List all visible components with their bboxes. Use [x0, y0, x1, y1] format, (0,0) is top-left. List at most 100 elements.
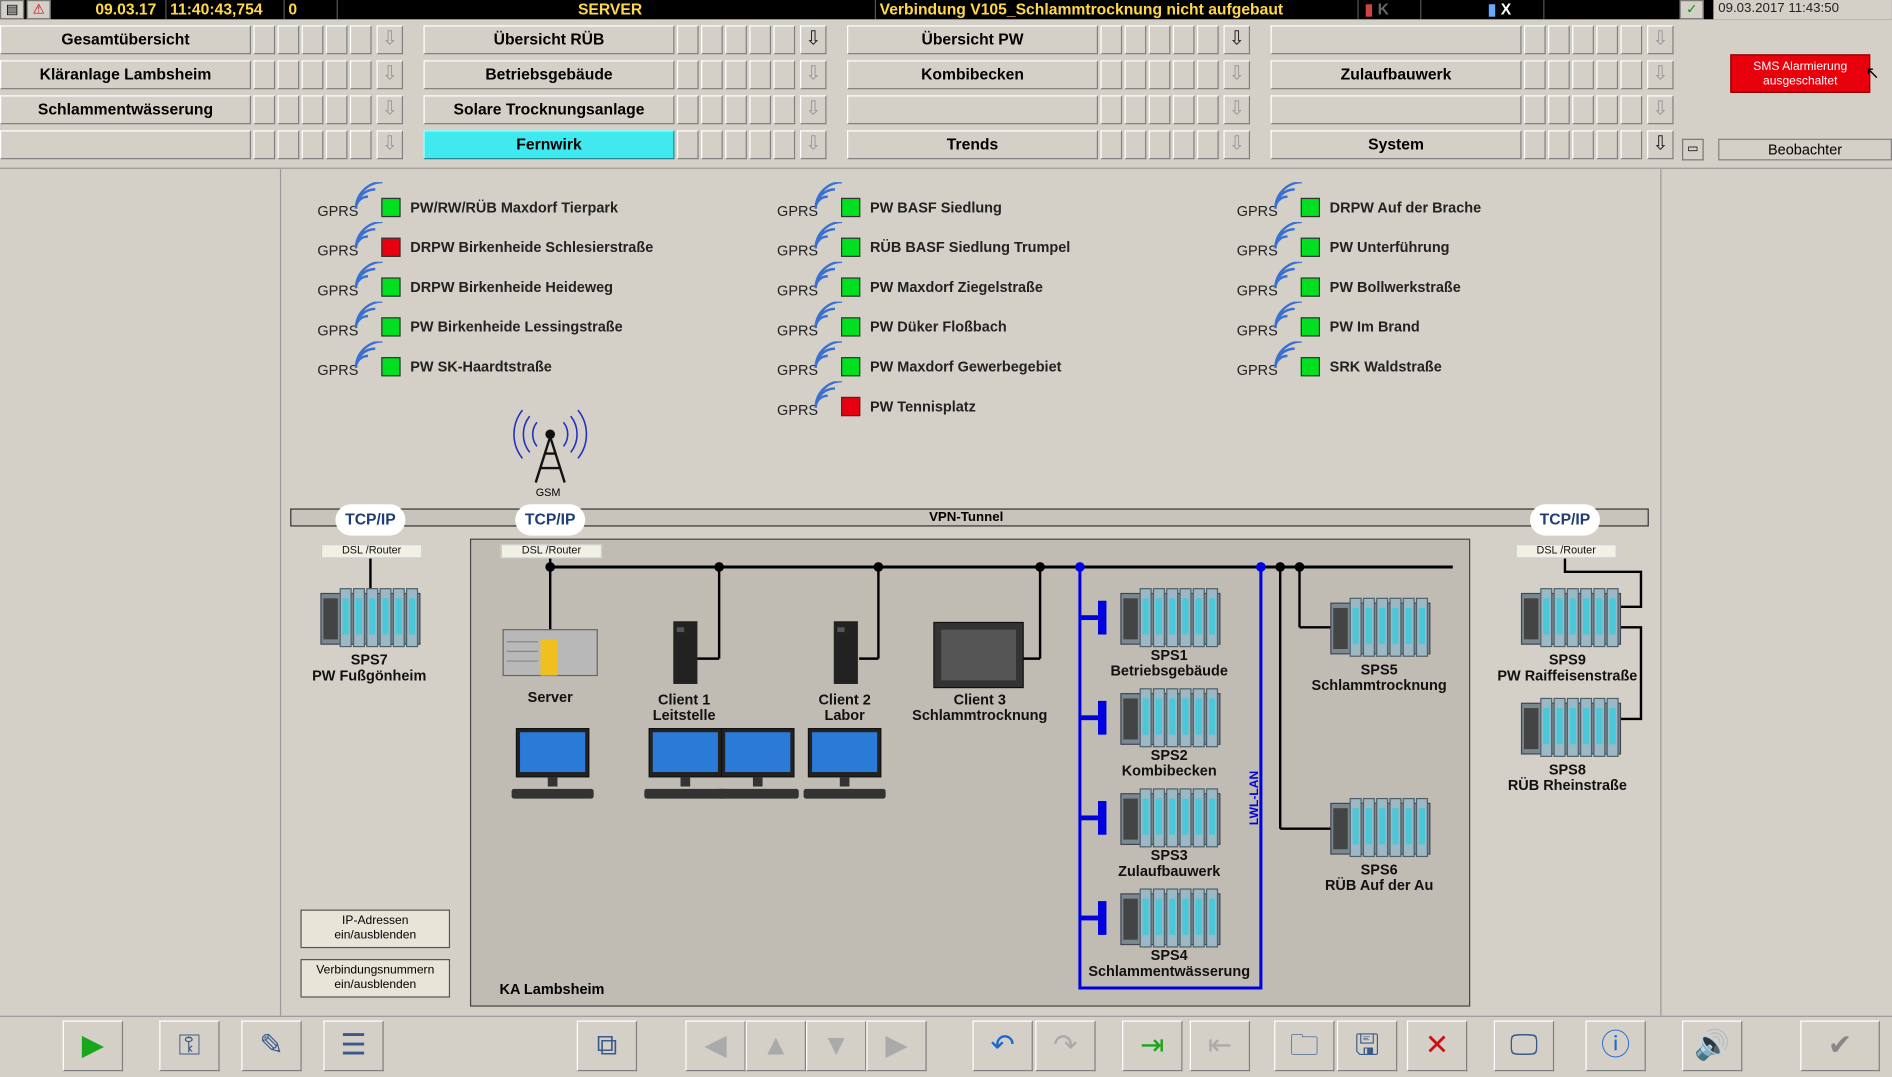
sps3-plc-rack-icon [1120, 788, 1221, 848]
acknowledge-all-icon: ✔ [1827, 1028, 1853, 1062]
sps4-label-line: Schlammentwässerung [1088, 962, 1251, 980]
client3-label-line: Schlammtrocknung [912, 706, 1048, 724]
ip-toggle-line2: ein/ausblenden [334, 928, 417, 943]
sps5-label-line: Schlammtrocknung [1311, 676, 1447, 694]
client3-panel-icon [933, 621, 1024, 689]
arrow-right-icon: ▶ [885, 1028, 908, 1062]
client2-tower-icon [833, 621, 858, 684]
acknowledge-all-button[interactable]: ✔ [1800, 1020, 1880, 1072]
sps1-label-line: Betriebsgebäude [1110, 662, 1228, 680]
notepad-icon: ✎ [259, 1028, 284, 1062]
sps3-label[interactable]: SPS3 Zulaufbauwerk [1073, 846, 1266, 880]
save-button[interactable]: 🖫 [1336, 1020, 1398, 1072]
client3-label[interactable]: Client 3 Schlammtrocknung [883, 692, 1076, 723]
sps4-label[interactable]: SPS4 Schlammentwässerung [1073, 948, 1266, 979]
key-button[interactable]: ⚿ [159, 1020, 220, 1072]
info-icon: ⓘ [1601, 1028, 1631, 1062]
arrow-down-icon: ▼ [821, 1028, 851, 1062]
sps8-plc-rack-icon [1520, 697, 1622, 757]
client1-tower-icon [673, 621, 698, 684]
site-label: KA Lambsheim [499, 980, 605, 998]
sps8-label[interactable]: SPS8 RÜB Rheinstraße [1471, 762, 1664, 793]
save-icon: 🖫 [1354, 1028, 1380, 1062]
sps8-label-line: RÜB Rheinstraße [1507, 776, 1627, 794]
list-settings-icon: ☰ [340, 1028, 367, 1062]
sps5-label-line: SPS5 [1360, 661, 1398, 678]
sps6-plc-rack-icon [1330, 797, 1431, 858]
export-button[interactable]: ⇤ [1189, 1020, 1251, 1072]
import-button[interactable]: ⇥ [1122, 1020, 1183, 1072]
folders-icon: 🗀 [1289, 1028, 1319, 1062]
client3-label-line: Client 3 [953, 691, 1006, 709]
sps2-label-line: SPS2 [1150, 746, 1188, 764]
gsm-label: GSM [535, 486, 561, 499]
ip-toggle-button[interactable]: IP-Adressen ein/ausblenden [300, 909, 451, 949]
dsl-router-sps9: DSL /Router [1515, 544, 1617, 559]
arrow-left-button[interactable]: ◀ [685, 1020, 746, 1072]
sps2-label-line: Kombibecken [1121, 762, 1217, 780]
redo-icon: ↷ [1053, 1028, 1078, 1062]
sps3-label-line: SPS3 [1150, 846, 1188, 864]
bottom-toolbar: ▶ ⚿ ✎ ☰ ⧉ ◀ ▲ ▼ ▶ ↶ ↷ ⇥ ⇤ 🗀 🖫 ✕ 🖵 ⓘ 🔊 ✔ [0, 1015, 1892, 1077]
arrow-left-icon: ◀ [704, 1028, 727, 1062]
tcp-cloud-sps7: TCP/IP [335, 504, 406, 536]
export-icon: ⇤ [1207, 1028, 1232, 1062]
arrow-right-button[interactable]: ▶ [866, 1020, 927, 1072]
folders-button[interactable]: 🗀 [1274, 1020, 1335, 1072]
monitor-button[interactable]: 🖵 [1493, 1020, 1555, 1072]
sps6-label-line: RÜB Auf der Au [1324, 876, 1434, 894]
sps4-label-line: SPS4 [1150, 946, 1188, 964]
arrow-down-button[interactable]: ▼ [806, 1020, 867, 1072]
sps9-label[interactable]: SPS9 PW Raiffeisenstraße [1471, 651, 1664, 684]
sps5-plc-rack-icon [1330, 597, 1431, 657]
window-switch-button[interactable]: ⧉ [576, 1020, 638, 1072]
tcp-cloud-server: TCP/IP [515, 504, 586, 536]
monitor-icon: 🖵 [1509, 1028, 1538, 1062]
sps1-label-line: SPS1 [1150, 646, 1188, 664]
conn-toggle-line2: ein/ausblenden [334, 978, 417, 992]
sps2-label[interactable]: SPS2 Kombibecken [1073, 746, 1266, 780]
list-settings-button[interactable]: ☰ [323, 1020, 384, 1072]
sps7-label-line: PW Fußgönheim [312, 667, 427, 684]
connection-toggle-button[interactable]: Verbindungsnummern ein/ausblenden [300, 959, 451, 998]
sps7-plc-rack-icon [320, 588, 421, 648]
gsm-antenna-icon [513, 409, 588, 483]
redo-button[interactable]: ↷ [1035, 1020, 1096, 1072]
sps9-plc-rack-icon [1520, 588, 1622, 648]
sps6-label-line: SPS6 [1360, 861, 1398, 879]
sps4-plc-rack-icon [1120, 888, 1221, 948]
ip-toggle-line1: IP-Adressen [342, 914, 409, 928]
sps1-label[interactable]: SPS1 Betriebsgebäude [1073, 646, 1266, 680]
undo-icon: ↶ [990, 1028, 1015, 1062]
conn-toggle-line1: Verbindungsnummern [316, 963, 435, 978]
sps3-label-line: Zulaufbauwerk [1118, 862, 1221, 880]
delete-icon: ✕ [1424, 1028, 1450, 1062]
window-switch-icon: ⧉ [596, 1028, 618, 1062]
sps5-label[interactable]: SPS5 Schlammtrocknung [1283, 662, 1476, 693]
sps6-label[interactable]: SPS6 RÜB Auf der Au [1283, 861, 1476, 894]
sps7-label-line: SPS7 [350, 651, 388, 669]
delete-button[interactable]: ✕ [1406, 1020, 1468, 1072]
info-button[interactable]: ⓘ [1585, 1020, 1646, 1072]
undo-button[interactable]: ↶ [972, 1020, 1033, 1072]
notepad-button[interactable]: ✎ [241, 1020, 302, 1072]
arrow-up-icon: ▲ [761, 1028, 791, 1062]
sps9-label-line: SPS9 [1548, 651, 1586, 669]
site-box [469, 538, 1471, 1007]
sps7-label[interactable]: SPS7 PW Fußgönheim [273, 651, 466, 684]
sps1-plc-rack-icon [1120, 588, 1221, 648]
import-icon: ⇥ [1140, 1028, 1165, 1062]
server-icon [502, 629, 598, 677]
tcp-cloud-sps9: TCP/IP [1529, 504, 1600, 536]
arrow-up-button[interactable]: ▲ [745, 1020, 807, 1072]
play-button[interactable]: ▶ [62, 1020, 124, 1072]
dsl-router-server: DSL /Router [500, 544, 603, 559]
audio-ack-icon: 🔊 [1694, 1028, 1731, 1062]
audio-ack-button[interactable]: 🔊 [1682, 1020, 1743, 1072]
dsl-router-sps7: DSL /Router [320, 544, 423, 559]
sps2-plc-rack-icon [1120, 688, 1221, 748]
sps9-label-line: PW Raiffeisenstraße [1497, 667, 1638, 684]
vpn-label: VPN-Tunnel [929, 510, 1004, 525]
network-diagram [290, 409, 1649, 1007]
key-icon: ⚿ [178, 1028, 201, 1062]
